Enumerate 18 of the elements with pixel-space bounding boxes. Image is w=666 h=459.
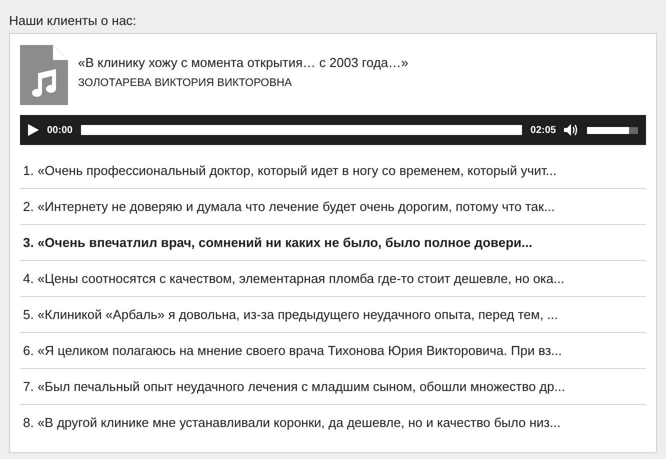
play-icon[interactable] [28,124,39,136]
review-link[interactable]: 7. «Был печальный опыт неудачного лечения с младшим сыном, обошли множество др... [23,376,566,396]
progress-track[interactable] [80,125,522,135]
current-time: 00:00 [47,124,73,138]
review-link[interactable]: 8. «В другой клинике мне устанавливали коронки, да дешевле, но и качество было низ... [23,413,561,433]
review-link[interactable]: 4. «Цены соотносятся с качеством, элементарная пломба где-то стоит дешевле, но ока... [23,268,564,288]
audio-file-icon [20,45,68,105]
track-author: ЗОЛОТАРЕВА ВИКТОРИЯ ВИКТОРОВНА [78,76,293,90]
track-title: «В клинику хожу с момента открытия… с 2003 года…» [78,54,408,70]
review-link[interactable]: 5. «Клиникой «Арбаль» я довольна, из-за предыдущего неудачного опыта, перед тем, ... [23,304,558,324]
review-link[interactable]: 2. «Интернету не доверяю и думала что лечение будет очень дорогим, потому что так... [23,196,555,216]
review-link[interactable]: 6. «Я целиком полагаюсь на мнение своего врача Тихонова Юрия Викторовича. При вз... [23,340,562,360]
section-heading: Наши клиенты о нас: [9,13,138,29]
duration: 02:05 [530,124,556,138]
review-link[interactable]: 3. «Очень впечатлил врач, сомнений ни каких не было, было полное довери... [23,232,532,252]
speaker-icon[interactable] [564,124,579,136]
review-link[interactable]: 1. «Очень профессиональный доктор, который идет в ногу со временем, который учит... [23,160,557,180]
volume-track[interactable] [587,126,638,134]
